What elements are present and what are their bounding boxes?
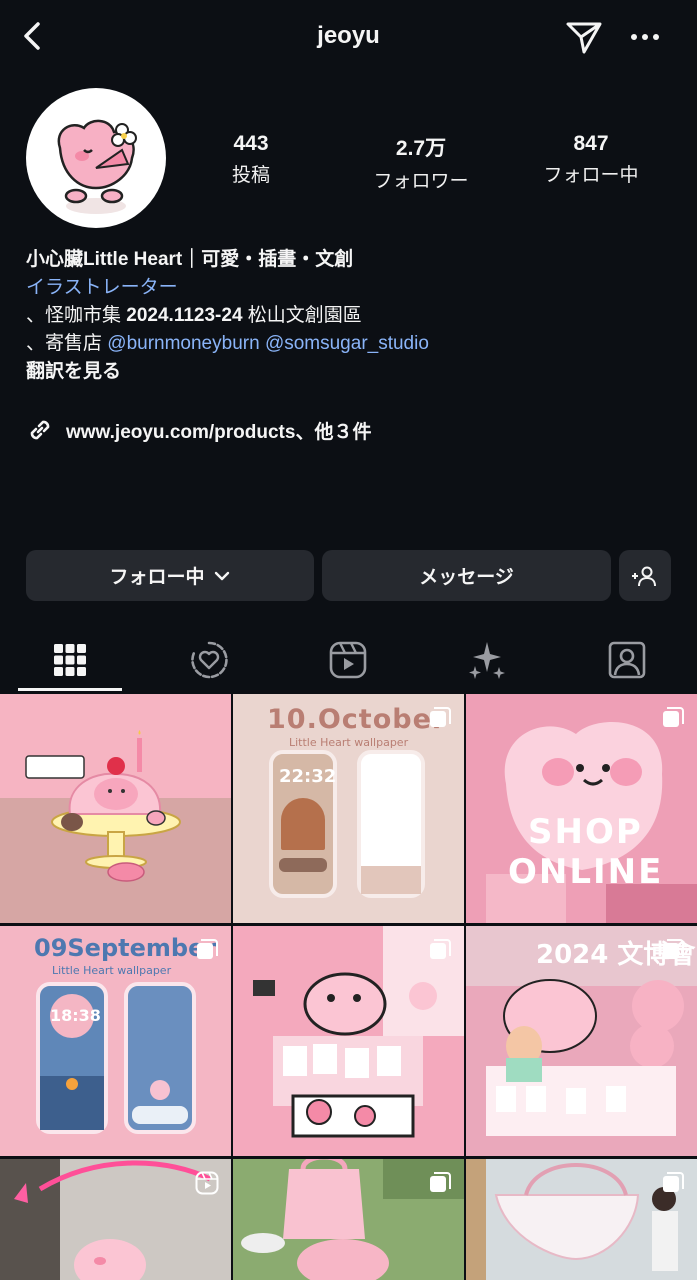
post-tile[interactable]: 2024 文博會 <box>466 926 697 1156</box>
profile-tabs <box>0 628 697 692</box>
post-september-title: 09September <box>34 934 217 962</box>
post-shop-line1: SHOP <box>528 812 643 852</box>
stat-followers[interactable]: 2.7万 フォロワー <box>346 132 496 193</box>
sparkle-icon <box>469 642 505 679</box>
phone-mockup-time: 18:38 <box>50 1006 101 1025</box>
profile-category[interactable]: イラストレーター <box>26 274 676 302</box>
stat-followers-label: フォロワー <box>373 171 469 192</box>
profile-link-text[interactable]: www.jeoyu.com/products、他３件 <box>66 417 371 444</box>
carousel-icon <box>661 938 685 962</box>
carousel-icon <box>661 706 685 730</box>
more-options-button[interactable] <box>628 22 662 52</box>
bio-market-date: 2024.1123-24 <box>126 305 243 326</box>
paper-plane-icon <box>566 22 602 54</box>
post-shop-line2: ONLINE <box>508 852 664 892</box>
reels-badge-icon <box>195 1171 219 1195</box>
carousel-icon <box>428 706 452 730</box>
post-tile[interactable] <box>466 1159 697 1280</box>
post-tile[interactable] <box>0 1159 231 1280</box>
mention-burnmoneyburn[interactable]: @burnmoneyburn <box>107 333 259 354</box>
post-tile[interactable] <box>233 1159 464 1280</box>
carousel-icon <box>661 1171 685 1195</box>
stat-posts-value: 443 <box>233 132 269 155</box>
translate-link[interactable]: 翻訳を見る <box>26 358 676 386</box>
post-tile[interactable]: SHOP ONLINE <box>466 694 697 923</box>
stat-followers-value: 2.7万 <box>395 137 447 160</box>
stat-following[interactable]: 847 フォロー中 <box>516 132 666 187</box>
chevron-down-icon <box>214 571 229 580</box>
post-tile[interactable]: 10.October Little Heart wallpaper 22:32 <box>233 694 464 923</box>
post-tile[interactable]: 09September Little Heart wallpaper 18:38 <box>0 926 231 1156</box>
following-button[interactable]: フォロー中 <box>26 550 314 601</box>
profile-bio: 小心臟Little Heart｜可愛・插畫・文創 イラストレーター 、怪咖市集 … <box>26 246 676 386</box>
tab-posts-grid[interactable] <box>18 628 122 692</box>
top-bar: jeoyu <box>0 0 697 72</box>
phone-mockup-lock: 18:38 <box>36 982 108 1134</box>
bio-market-place: 松山文創園區 <box>242 305 362 326</box>
post-tile[interactable] <box>233 926 464 1156</box>
bio-line-stores: 、寄售店 @burnmoneyburn @somsugar_studio <box>26 330 676 358</box>
tab-highlights[interactable] <box>157 628 261 692</box>
cake-illustration <box>0 730 231 923</box>
stat-following-value: 847 <box>573 132 609 155</box>
post-september-subtitle: Little Heart wallpaper <box>52 964 172 977</box>
phone-mockup-lock: 22:32 <box>269 750 337 898</box>
bio-stores-prefix: 、寄售店 <box>26 333 108 354</box>
phone-mockup-home <box>357 750 425 898</box>
phone-mockup-home <box>124 982 196 1134</box>
tab-ai-creations[interactable] <box>435 628 539 692</box>
profile-avatar[interactable] <box>26 88 166 228</box>
add-user-icon <box>632 566 656 586</box>
more-dots-icon <box>631 34 659 40</box>
carousel-icon <box>428 938 452 962</box>
post-october-title: 10.October <box>267 704 447 735</box>
stat-posts[interactable]: 443 投稿 <box>176 132 326 187</box>
grid-icon <box>54 644 86 676</box>
carousel-icon <box>195 938 219 962</box>
phone-mockup-time: 22:32 <box>279 766 337 787</box>
bio-market-prefix: 、怪咖市集 <box>26 305 127 326</box>
post-tile[interactable] <box>0 694 231 923</box>
posts-grid: 10.October Little Heart wallpaper 22:32 … <box>0 694 697 1280</box>
post-october-subtitle: Little Heart wallpaper <box>289 736 409 749</box>
message-button[interactable]: メッセージ <box>322 550 611 601</box>
heart-circle-icon <box>191 641 228 679</box>
heart-character-avatar <box>57 119 137 214</box>
link-icon <box>30 420 50 440</box>
stat-following-label: フォロー中 <box>543 165 639 186</box>
tab-tagged[interactable] <box>575 628 679 692</box>
reels-icon <box>329 641 367 679</box>
mention-somsugar-studio[interactable]: @somsugar_studio <box>265 333 429 354</box>
bio-line-market: 、怪咖市集 2024.1123-24 松山文創園區 <box>26 302 676 330</box>
suggest-users-button[interactable] <box>619 550 671 601</box>
profile-display-name: 小心臟Little Heart｜可愛・插畫・文創 <box>26 249 354 270</box>
message-button-label: メッセージ <box>419 567 514 588</box>
tagged-person-icon <box>608 641 646 679</box>
profile-links[interactable]: www.jeoyu.com/products、他３件 <box>26 414 371 446</box>
tab-reels[interactable] <box>296 628 400 692</box>
stat-posts-label: 投稿 <box>231 165 270 186</box>
active-tab-indicator <box>18 688 122 691</box>
send-message-button[interactable] <box>564 18 604 56</box>
following-button-label: フォロー中 <box>109 567 205 588</box>
carousel-icon <box>428 1171 452 1195</box>
